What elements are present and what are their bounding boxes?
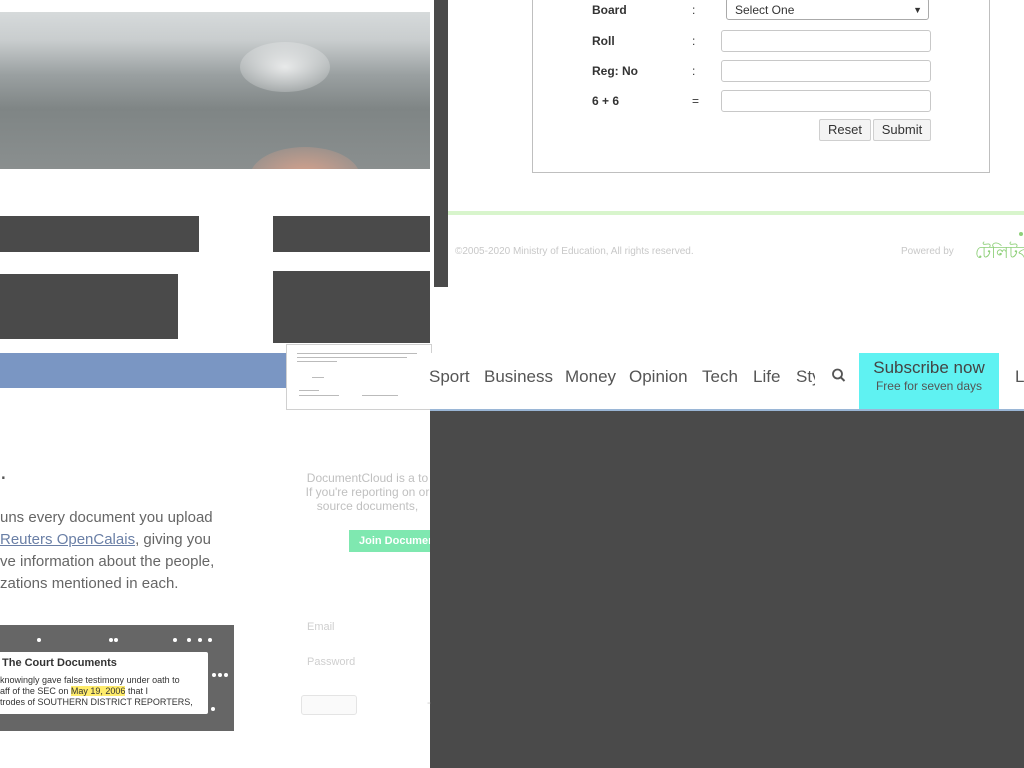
page-dot bbox=[109, 638, 113, 642]
document-preview[interactable]: The Court Documents knowingly gave false… bbox=[0, 625, 234, 731]
nav-tech[interactable]: Tech bbox=[702, 367, 738, 387]
description-line-suffix: , giving you bbox=[135, 531, 211, 548]
hero-face bbox=[250, 147, 360, 169]
nav-login-link[interactable]: L bbox=[1015, 367, 1024, 387]
page-dot bbox=[37, 638, 41, 642]
subscribe-title: Subscribe now bbox=[873, 358, 985, 377]
email-label: Email bbox=[307, 621, 335, 633]
nav-money[interactable]: Money bbox=[565, 367, 616, 387]
vertical-divider bbox=[434, 0, 448, 287]
description-line: uns every document you upload bbox=[0, 509, 213, 526]
nav-life[interactable]: Life bbox=[753, 367, 780, 387]
reg-no-input[interactable] bbox=[721, 60, 931, 82]
password-label: Password bbox=[307, 656, 356, 668]
news-nav-bar: Sport Business Money Opinion Tech Life S… bbox=[429, 353, 1024, 411]
document-card: The Court Documents knowingly gave false… bbox=[0, 652, 208, 714]
placeholder-block bbox=[0, 274, 178, 339]
description-line: Reuters OpenCalais, giving you bbox=[0, 529, 228, 551]
hero-light bbox=[240, 42, 330, 92]
board-select-value: Select One bbox=[735, 3, 795, 17]
board-select[interactable]: Select One ▼ bbox=[726, 0, 929, 20]
page-dot bbox=[211, 707, 215, 711]
description-line: zations mentioned in each. bbox=[0, 575, 179, 592]
page-dot bbox=[173, 638, 177, 642]
nav-business[interactable]: Business bbox=[484, 367, 553, 387]
document-thumbnail[interactable] bbox=[286, 344, 432, 410]
thumbnail-line bbox=[312, 377, 324, 378]
board-separator: : bbox=[692, 3, 696, 17]
page-dot bbox=[198, 638, 202, 642]
content-placeholder bbox=[430, 411, 1024, 768]
submit-button[interactable]: Submit bbox=[873, 119, 931, 141]
nav-opinion[interactable]: Opinion bbox=[629, 367, 688, 387]
intro-line: source documents, bbox=[316, 499, 419, 513]
page-dot bbox=[208, 638, 212, 642]
subscribe-button[interactable]: Subscribe now Free for seven days bbox=[859, 353, 999, 409]
placeholder-block bbox=[0, 216, 199, 252]
login-button[interactable] bbox=[301, 695, 357, 715]
subscribe-subtitle: Free for seven days bbox=[875, 379, 983, 393]
roll-separator: : bbox=[692, 34, 696, 48]
reg-no-separator: : bbox=[692, 64, 696, 78]
page-dot bbox=[114, 638, 118, 642]
document-line: knowingly gave false testimony under oat… bbox=[0, 675, 180, 685]
reset-button[interactable]: Reset bbox=[819, 119, 871, 141]
thumbnail-line bbox=[299, 395, 339, 396]
board-label: Board bbox=[592, 3, 627, 17]
page-dot bbox=[212, 673, 216, 677]
search-icon[interactable] bbox=[831, 366, 847, 386]
document-line-text: that I bbox=[125, 686, 148, 696]
intro-line: DocumentCloud is a to bbox=[306, 471, 429, 485]
page-dot bbox=[187, 638, 191, 642]
page-dot bbox=[224, 673, 228, 677]
captcha-label: 6 + 6 bbox=[592, 94, 620, 108]
thumbnail-line bbox=[299, 390, 319, 391]
placeholder-block bbox=[273, 271, 430, 343]
section-heading: s. bbox=[0, 458, 7, 485]
teletalk-logo[interactable]: টেলিটক bbox=[975, 240, 1024, 268]
roll-label: Roll bbox=[592, 34, 615, 48]
opencalais-link[interactable]: Reuters OpenCalais bbox=[0, 531, 135, 548]
reg-no-label: Reg: No bbox=[592, 64, 638, 78]
captcha-input[interactable] bbox=[721, 90, 931, 112]
social-share-bar bbox=[0, 353, 290, 388]
description-text: uns every document you upload Reuters Op… bbox=[0, 507, 228, 595]
captcha-equals: = bbox=[692, 94, 700, 108]
page-dot bbox=[218, 673, 222, 677]
document-line: aff of the SEC on May 19, 2006 that I bbox=[0, 686, 148, 696]
result-form-panel bbox=[532, 0, 990, 173]
highlighted-date: May 19, 2006 bbox=[70, 686, 126, 696]
intro-text: DocumentCloud is a to If you're reportin… bbox=[305, 471, 430, 513]
thumbnail-line bbox=[297, 353, 417, 354]
intro-line: If you're reporting on or bbox=[305, 485, 430, 499]
hero-image bbox=[0, 12, 430, 169]
document-title: The Court Documents bbox=[2, 657, 117, 669]
nav-style[interactable]: Sty bbox=[796, 367, 815, 387]
footer-divider bbox=[448, 211, 1024, 215]
document-line: trodes of SOUTHERN DISTRICT REPORTERS, bbox=[0, 697, 193, 707]
thumbnail-line bbox=[297, 357, 407, 358]
nav-sport[interactable]: Sport bbox=[429, 367, 470, 387]
thumbnail-line bbox=[297, 361, 337, 362]
copyright-text: ©2005-2020 Ministry of Education, All ri… bbox=[455, 246, 694, 257]
thumbnail-line bbox=[362, 395, 398, 396]
separator-dash: - bbox=[427, 697, 431, 709]
roll-input[interactable] bbox=[721, 30, 931, 52]
description-line: ve information about the people, bbox=[0, 553, 215, 570]
placeholder-block bbox=[273, 216, 430, 252]
join-documentcloud-button[interactable]: Join Documen bbox=[349, 530, 430, 552]
powered-by-text: Powered by bbox=[901, 246, 954, 257]
logo-dot bbox=[1019, 232, 1023, 236]
document-line-text: aff of the SEC on bbox=[0, 686, 71, 696]
dropdown-arrow-icon: ▼ bbox=[913, 5, 922, 15]
